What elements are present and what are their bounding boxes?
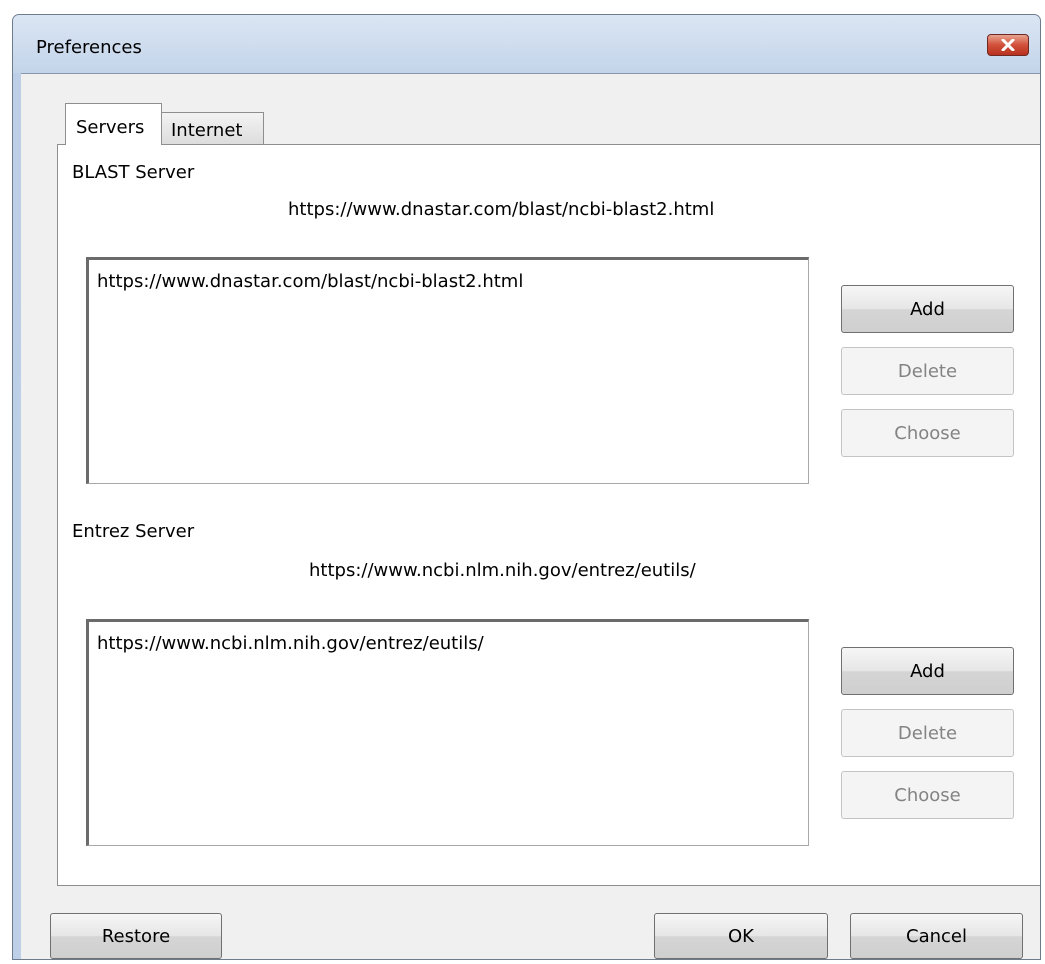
blast-add-button[interactable]: Add (841, 285, 1014, 333)
restore-button[interactable]: Restore (50, 913, 222, 959)
list-item[interactable]: https://www.ncbi.nlm.nih.gov/entrez/euti… (97, 633, 484, 654)
blast-delete-button[interactable]: Delete (841, 347, 1014, 395)
blast-choose-button[interactable]: Choose (841, 409, 1014, 457)
window-title: Preferences (36, 37, 142, 58)
entrez-server-heading: Entrez Server (72, 521, 195, 542)
blast-current-server: https://www.dnastar.com/blast/ncbi-blast… (288, 199, 715, 220)
entrez-current-server: https://www.ncbi.nlm.nih.gov/entrez/euti… (309, 560, 696, 581)
close-icon (1001, 39, 1015, 51)
entrez-delete-button[interactable]: Delete (841, 709, 1014, 757)
entrez-add-button[interactable]: Add (841, 647, 1014, 695)
tab-servers[interactable]: Servers (65, 103, 162, 145)
dialog-body: Servers Internet BLAST Server https://ww… (21, 73, 1040, 959)
blast-server-list[interactable]: https://www.dnastar.com/blast/ncbi-blast… (86, 257, 809, 484)
tab-internet[interactable]: Internet (161, 112, 264, 145)
title-bar[interactable]: Preferences (13, 15, 1040, 73)
blast-server-heading: BLAST Server (72, 162, 195, 183)
close-button[interactable] (987, 34, 1029, 56)
entrez-choose-button[interactable]: Choose (841, 771, 1014, 819)
ok-button[interactable]: OK (654, 913, 828, 959)
list-item[interactable]: https://www.dnastar.com/blast/ncbi-blast… (97, 271, 523, 292)
servers-tab-panel: BLAST Server https://www.dnastar.com/bla… (57, 144, 1040, 886)
preferences-dialog: Preferences Servers Internet BLAST Serve… (12, 14, 1041, 960)
cancel-button[interactable]: Cancel (850, 913, 1023, 959)
entrez-server-list[interactable]: https://www.ncbi.nlm.nih.gov/entrez/euti… (86, 619, 809, 846)
